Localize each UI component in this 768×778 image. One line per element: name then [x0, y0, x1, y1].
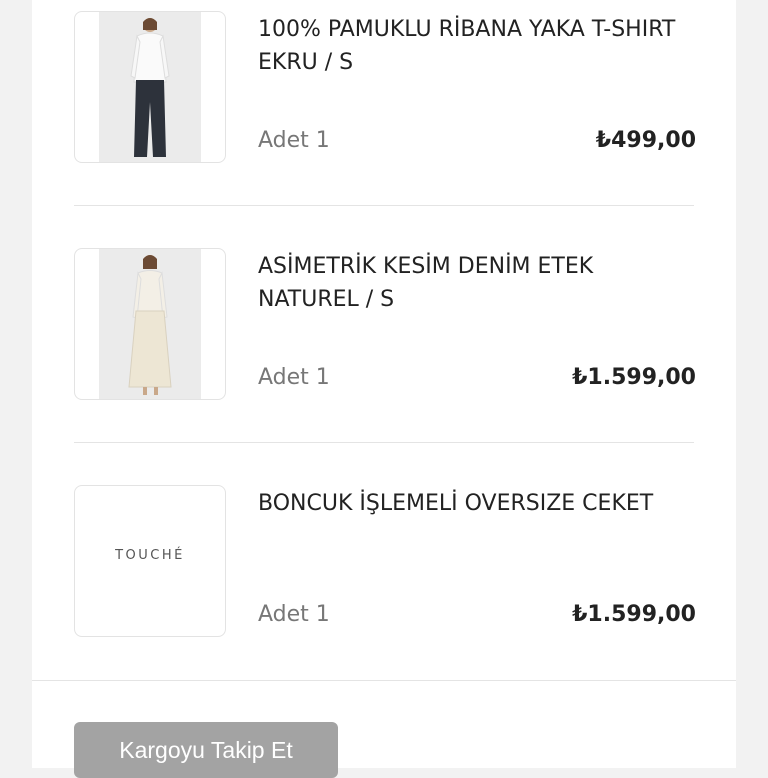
- quantity-label: Adet 1: [258, 128, 330, 153]
- divider: [74, 205, 694, 206]
- model-figure-icon: [99, 12, 201, 162]
- product-photo: [99, 12, 201, 162]
- model-figure-icon: [99, 249, 201, 399]
- divider: [74, 442, 694, 443]
- section-divider: [32, 680, 736, 681]
- price: ₺499,00: [595, 128, 696, 153]
- product-thumbnail[interactable]: [74, 11, 226, 163]
- brand-logo: TOUCHÉ: [115, 548, 185, 563]
- product-title[interactable]: BONCUK İŞLEMELİ OVERSIZE CEKET: [258, 487, 688, 520]
- product-thumbnail[interactable]: [74, 248, 226, 400]
- product-name: BONCUK İŞLEMELİ OVERSIZE CEKET: [258, 491, 654, 516]
- product-thumbnail[interactable]: TOUCHÉ: [74, 485, 226, 637]
- product-title[interactable]: ASİMETRİK KESİM DENİM ETEK NATUREL / S: [258, 250, 688, 316]
- quantity-label: Adet 1: [258, 602, 330, 627]
- product-variant: NATUREL / S: [258, 287, 395, 312]
- list-item[interactable]: ASİMETRİK KESİM DENİM ETEK NATUREL / S A…: [74, 248, 696, 400]
- list-item[interactable]: 100% PAMUKLU RİBANA YAKA T-SHIRT EKRU / …: [74, 11, 696, 163]
- product-name: ASİMETRİK KESİM DENİM ETEK: [258, 254, 594, 279]
- track-shipment-button[interactable]: Kargoyu Takip Et: [74, 722, 338, 778]
- product-photo: [99, 249, 201, 399]
- list-item[interactable]: TOUCHÉ BONCUK İŞLEMELİ OVERSIZE CEKET Ad…: [74, 485, 696, 637]
- product-variant: EKRU / S: [258, 50, 354, 75]
- quantity-label: Adet 1: [258, 365, 330, 390]
- product-title[interactable]: 100% PAMUKLU RİBANA YAKA T-SHIRT EKRU / …: [258, 13, 688, 79]
- price: ₺1.599,00: [572, 365, 696, 390]
- order-items-panel: 100% PAMUKLU RİBANA YAKA T-SHIRT EKRU / …: [32, 0, 736, 778]
- product-name: 100% PAMUKLU RİBANA YAKA T-SHIRT: [258, 17, 676, 42]
- price: ₺1.599,00: [572, 602, 696, 627]
